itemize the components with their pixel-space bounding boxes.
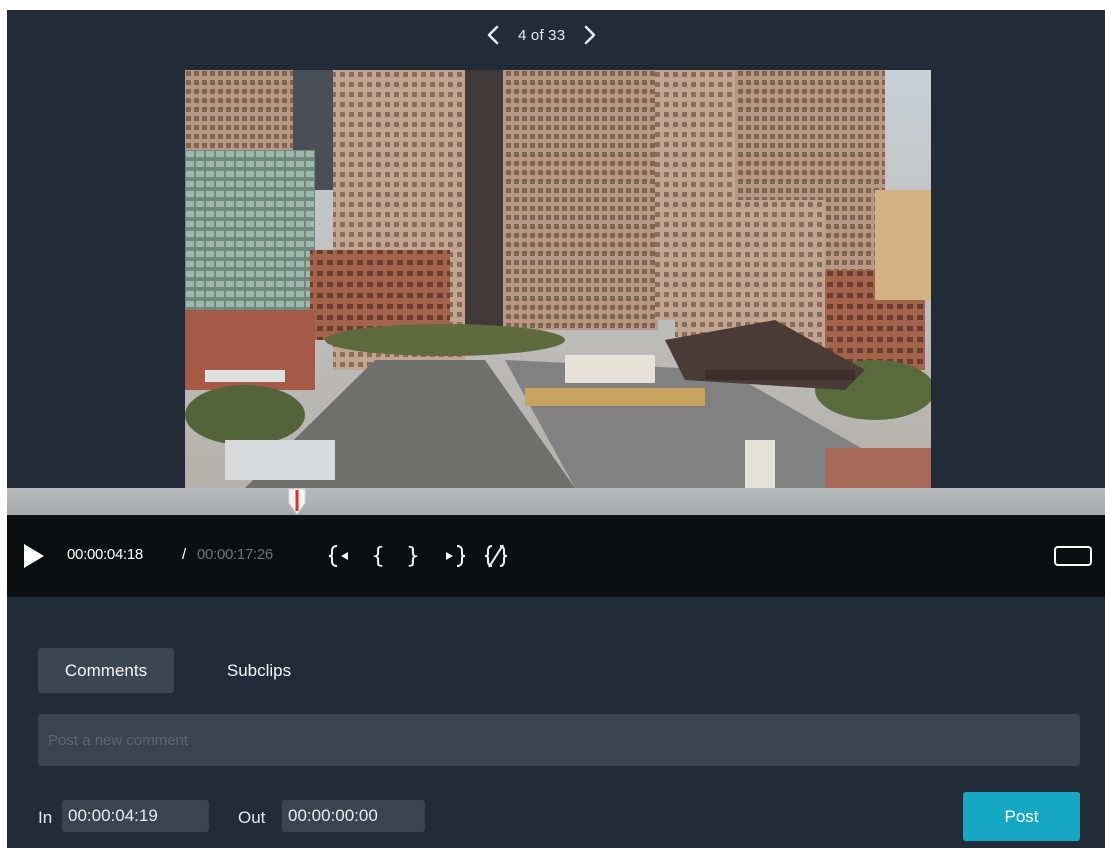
clip-navigator: 4 of 33 xyxy=(480,20,603,50)
chevron-left-icon[interactable] xyxy=(480,20,506,50)
video-frame[interactable] xyxy=(185,70,931,488)
in-timecode-field[interactable] xyxy=(62,800,209,832)
go-to-out-point-icon[interactable] xyxy=(440,539,468,573)
timeline-scrubber[interactable] xyxy=(7,488,1105,515)
out-timecode-field[interactable] xyxy=(282,800,425,832)
time-separator: / xyxy=(182,546,187,563)
in-label: In xyxy=(38,808,53,827)
tab-comments[interactable]: Comments xyxy=(38,648,174,693)
set-out-point-button[interactable]: } xyxy=(406,539,428,573)
set-in-point-button[interactable]: { xyxy=(371,539,393,573)
post-button[interactable]: Post xyxy=(963,792,1080,841)
clip-counter: 4 of 33 xyxy=(518,26,566,44)
current-time: 00:00:04:18 xyxy=(67,546,143,563)
clear-in-out-icon[interactable] xyxy=(481,539,513,573)
chevron-right-icon[interactable] xyxy=(577,20,603,50)
aspect-ratio-icon[interactable] xyxy=(1053,545,1093,567)
duration: 00:00:17:26 xyxy=(197,546,273,563)
go-to-in-point-icon[interactable] xyxy=(328,539,356,573)
player-controls: 00:00:04:18 / 00:00:17:26 { } xyxy=(7,515,1105,597)
out-label: Out xyxy=(238,808,266,827)
tab-subclips[interactable]: Subclips xyxy=(200,648,318,693)
play-icon[interactable] xyxy=(19,541,47,571)
playhead-handle[interactable] xyxy=(287,488,307,515)
comment-input[interactable] xyxy=(38,714,1080,766)
